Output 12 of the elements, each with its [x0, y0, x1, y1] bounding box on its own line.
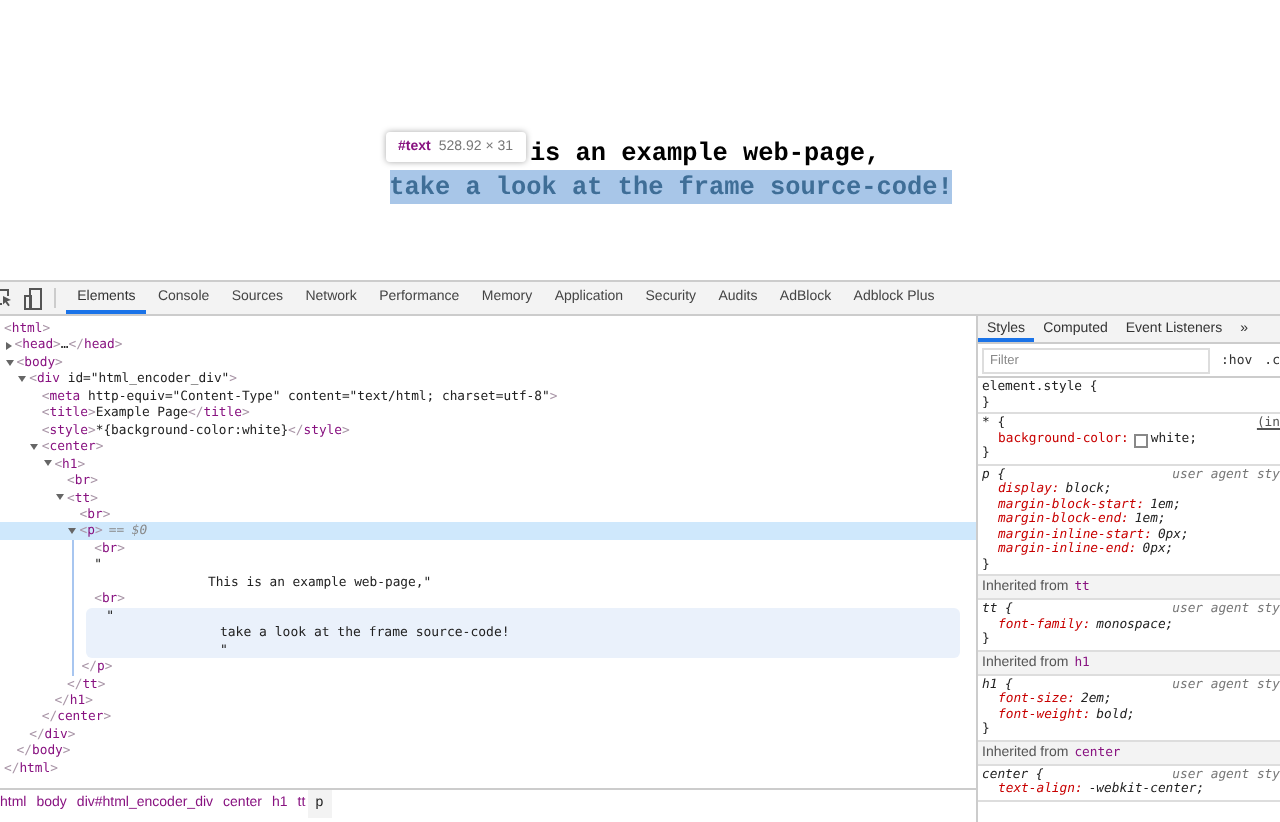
inspect-icon[interactable] — [0, 288, 12, 308]
color-swatch[interactable] — [1134, 433, 1149, 448]
heading-text: is an example web-page, — [529, 136, 881, 170]
heading-text: take a look at the frame source-code! — [389, 170, 953, 204]
expanded-triangle-icon[interactable] — [43, 460, 52, 467]
expanded-triangle-icon[interactable] — [56, 494, 64, 501]
collapsed-triangle-icon[interactable] — [5, 341, 12, 350]
expanded-triangle-icon[interactable] — [5, 359, 14, 366]
expanded-triangle-icon[interactable] — [30, 443, 39, 450]
expanded-triangle-icon[interactable] — [68, 528, 77, 535]
expanded-triangle-icon[interactable] — [18, 376, 27, 383]
device-icon[interactable] — [24, 287, 42, 309]
